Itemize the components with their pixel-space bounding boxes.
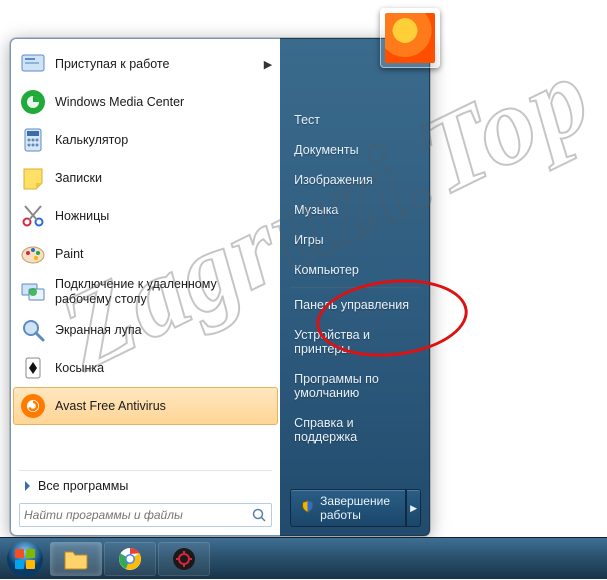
program-item-magnifier[interactable]: Экранная лупа (13, 311, 278, 349)
search-input[interactable] (24, 508, 251, 522)
gear-app-icon (172, 547, 196, 571)
search-box[interactable] (19, 503, 272, 527)
right-item-documents[interactable]: Документы (290, 135, 421, 165)
magnifier-icon (19, 316, 47, 344)
chrome-icon (118, 547, 142, 571)
program-label: Косынка (55, 361, 272, 376)
right-item-control-panel[interactable]: Панель управления (290, 290, 421, 320)
program-label: Windows Media Center (55, 95, 272, 110)
taskbar (0, 537, 607, 579)
remote-desktop-icon (19, 278, 47, 306)
taskbar-item-chrome[interactable] (104, 542, 156, 576)
separator (19, 470, 272, 471)
taskbar-item-explorer[interactable] (50, 542, 102, 576)
program-label: Подключение к удаленному рабочему столу (55, 277, 272, 307)
sticky-notes-icon (19, 164, 47, 192)
program-item-wmc[interactable]: Windows Media Center (13, 83, 278, 121)
program-label: Avast Free Antivirus (55, 399, 272, 414)
program-label: Paint (55, 247, 272, 262)
right-item-pictures[interactable]: Изображения (290, 165, 421, 195)
program-label: Экранная лупа (55, 323, 272, 338)
media-center-icon (19, 88, 47, 116)
separator (290, 287, 421, 288)
shutdown-options-button[interactable]: ▶ (406, 489, 421, 527)
program-label: Приступая к работе (55, 57, 256, 72)
shield-icon (301, 500, 314, 516)
scissors-icon (19, 202, 47, 230)
program-label: Записки (55, 171, 272, 186)
right-item-default-programs[interactable]: Программы по умолчанию (290, 364, 421, 408)
getting-started-icon (19, 50, 47, 78)
program-item-avast[interactable]: Avast Free Antivirus (13, 387, 278, 425)
calculator-icon (19, 126, 47, 154)
shutdown-button[interactable]: Завершение работы (290, 489, 406, 527)
taskbar-item-app[interactable] (158, 542, 210, 576)
start-menu-left-panel: Приступая к работе ▶ Windows Media Cente… (10, 38, 280, 536)
folder-icon (63, 548, 89, 570)
all-programs-label: Все программы (38, 479, 128, 493)
start-button[interactable] (2, 538, 48, 580)
program-item-rdp[interactable]: Подключение к удаленному рабочему столу (13, 273, 278, 311)
paint-icon (19, 240, 47, 268)
program-item-solitaire[interactable]: Косынка (13, 349, 278, 387)
submenu-arrow-icon: ▶ (264, 58, 272, 71)
right-item-devices[interactable]: Устройства и принтеры (290, 320, 421, 364)
right-item-music[interactable]: Музыка (290, 195, 421, 225)
program-item-paint[interactable]: Paint (13, 235, 278, 273)
right-item-help[interactable]: Справка и поддержка (290, 408, 421, 452)
right-item-games[interactable]: Игры (290, 225, 421, 255)
shutdown-label: Завершение работы (320, 494, 395, 522)
program-label: Калькулятор (55, 133, 272, 148)
program-item-getting-started[interactable]: Приступая к работе ▶ (13, 45, 278, 83)
shutdown-group: Завершение работы ▶ (290, 489, 421, 527)
start-menu-right-panel: Тест Документы Изображения Музыка Игры К… (280, 38, 430, 536)
program-item-sticky-notes[interactable]: Записки (13, 159, 278, 197)
solitaire-icon (19, 354, 47, 382)
right-item-computer[interactable]: Компьютер (290, 255, 421, 285)
triangle-icon (25, 481, 30, 491)
search-icon (251, 507, 267, 523)
program-label: Ножницы (55, 209, 272, 224)
start-menu: Приступая к работе ▶ Windows Media Cente… (10, 38, 430, 536)
program-item-calculator[interactable]: Калькулятор (13, 121, 278, 159)
right-item-user[interactable]: Тест (290, 105, 421, 135)
all-programs-button[interactable]: Все программы (13, 473, 278, 499)
user-picture[interactable] (380, 8, 440, 68)
avast-icon (19, 392, 47, 420)
program-item-snipping-tool[interactable]: Ножницы (13, 197, 278, 235)
user-avatar-icon (385, 13, 435, 63)
program-list: Приступая к работе ▶ Windows Media Cente… (13, 45, 278, 468)
